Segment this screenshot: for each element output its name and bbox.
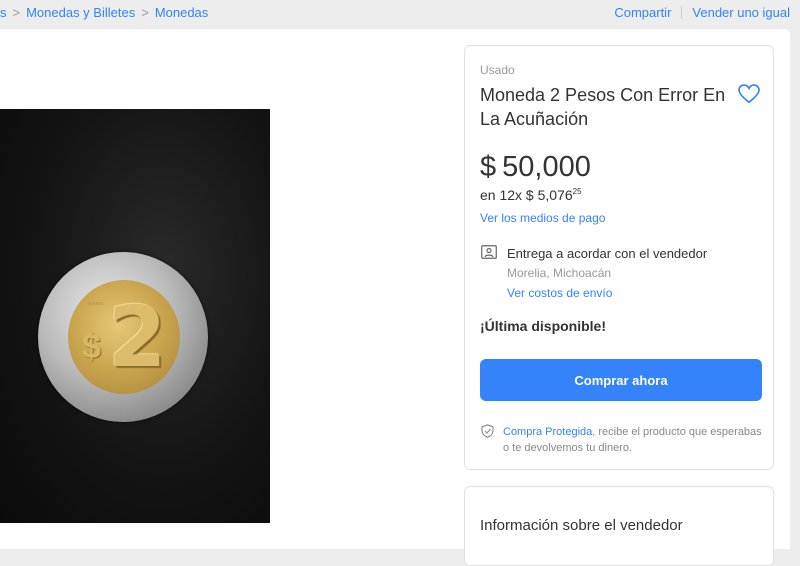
product-title: Moneda 2 Pesos Con Error En La Acuñación: [480, 85, 726, 129]
coin-sign: $: [82, 328, 101, 366]
divider: [681, 6, 683, 19]
shipping-costs-link[interactable]: Ver costos de envío: [507, 286, 612, 300]
coin-year-mark: ◦◦◦◦: [88, 298, 104, 310]
delivery-text: Entrega a acordar con el vendedor: [507, 246, 708, 261]
price-amount: 50,000: [502, 151, 591, 183]
breadcrumb: s > Monedas y Billetes > Monedas: [0, 5, 208, 20]
installments: en 12x $ 5,07625: [480, 187, 582, 203]
seller-info-title: Información sobre el vendedor: [480, 517, 683, 534]
breadcrumb-separator: >: [141, 5, 149, 20]
purchase-protection: Compra Protegida, recibe el producto que…: [503, 424, 763, 456]
coin-digit: 2: [108, 288, 167, 386]
condition-label: Usado: [480, 63, 515, 77]
breadcrumb-item-monedas-y-billetes[interactable]: Monedas y Billetes: [26, 5, 135, 20]
buy-now-button[interactable]: Comprar ahora: [480, 359, 762, 401]
installments-cents: 25: [572, 187, 582, 196]
share-link[interactable]: Compartir: [614, 5, 671, 20]
breadcrumb-item-monedas[interactable]: Monedas: [155, 5, 208, 20]
coin-ring: ◦◦◦◦ $ 2: [38, 252, 208, 422]
price: $50,000: [480, 151, 591, 184]
buy-box: Usado Moneda 2 Pesos Con Error En La Acu…: [464, 45, 774, 470]
breadcrumb-item-prev[interactable]: s: [0, 5, 7, 20]
location-text: Morelia, Michoacán: [507, 266, 612, 280]
person-card-icon: [481, 245, 497, 259]
seller-info-box: Información sobre el vendedor: [464, 486, 774, 566]
payment-methods-link[interactable]: Ver los medios de pago: [480, 211, 605, 225]
purchase-protection-link[interactable]: Compra Protegida: [503, 426, 592, 438]
stock-notice: ¡Última disponible!: [480, 318, 606, 334]
price-currency: $: [480, 151, 497, 183]
installments-amount: en 12x $ 5,076: [480, 187, 573, 203]
top-bar: s > Monedas y Billetes > Monedas Compartir Ve…: [0, 0, 800, 26]
coin-center: ◦◦◦◦ $ 2: [68, 280, 180, 394]
shield-icon: [481, 424, 494, 438]
heart-icon[interactable]: [738, 84, 760, 104]
top-actions: Compartir Vender uno igual: [614, 5, 790, 20]
product-image[interactable]: ◦◦◦◦ $ 2: [0, 109, 270, 523]
sell-same-link[interactable]: Vender uno igual: [692, 5, 790, 20]
breadcrumb-separator: >: [12, 5, 21, 20]
